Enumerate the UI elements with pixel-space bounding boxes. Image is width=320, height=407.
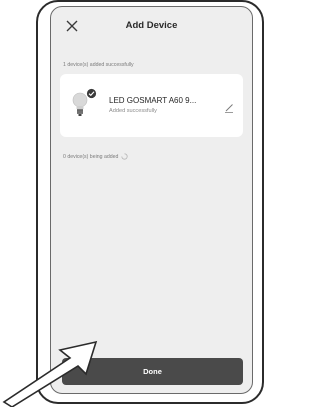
spinner-icon — [121, 153, 128, 160]
pencil-icon[interactable] — [223, 101, 235, 113]
page-title: Add Device — [125, 20, 178, 31]
adding-status: 0 device(s) being added — [63, 153, 128, 160]
header: Add Device — [51, 7, 252, 47]
device-name: LED GOSMART A60 9... — [109, 96, 197, 105]
adding-count-text: 0 device(s) being added — [63, 153, 119, 160]
pointer-arrow-icon — [0, 330, 100, 407]
added-count-text: 1 device(s) added successfully — [63, 62, 134, 68]
device-card[interactable]: LED GOSMART A60 9... Added successfully — [60, 74, 243, 137]
manual-illustration: Add Device 1 device(s) added successfull… — [0, 0, 268, 407]
check-badge-icon — [86, 86, 97, 99]
device-status: Added successfully — [109, 108, 157, 114]
